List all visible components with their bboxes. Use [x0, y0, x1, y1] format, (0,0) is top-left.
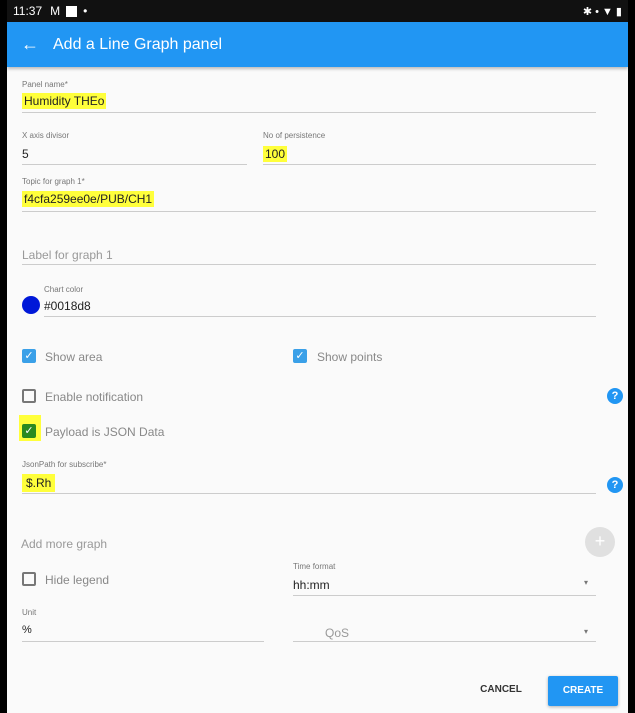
color-swatch[interactable]: [22, 296, 40, 314]
unit-underline: [22, 641, 264, 642]
status-dot: •: [83, 4, 88, 18]
create-button[interactable]: CREATE: [548, 676, 618, 706]
enable-notification-checkbox[interactable]: [22, 389, 36, 403]
enable-notification-label: Enable notification: [45, 390, 144, 404]
qos-chevron-down-icon[interactable]: ▾: [584, 627, 588, 636]
mail-icon: M: [50, 4, 61, 18]
panel-name-label: Panel name*: [22, 80, 68, 89]
chart-color-label: Chart color: [44, 285, 84, 294]
topic-underline: [22, 211, 596, 212]
jsonpath-input[interactable]: $.Rh: [22, 474, 56, 492]
jsonpath-help-icon[interactable]: ?: [607, 477, 623, 493]
notification-help-icon[interactable]: ?: [607, 388, 623, 404]
status-time: 11:37: [13, 4, 43, 18]
status-icons: ✱ • ▼ ▮: [582, 5, 622, 18]
unit-input[interactable]: %: [22, 624, 32, 636]
jsonpath-underline: [22, 493, 596, 494]
time-format-underline: [293, 595, 596, 596]
qos-underline: [293, 641, 596, 642]
payload-json-label: Payload is JSON Data: [45, 425, 165, 439]
show-points-checkbox[interactable]: ✓: [293, 349, 307, 363]
payload-json-checkbox[interactable]: ✓: [22, 424, 36, 438]
chart-color-underline: [44, 316, 596, 317]
persistence-input[interactable]: 100: [263, 146, 288, 162]
unit-label: Unit: [22, 608, 37, 617]
time-format-chevron-down-icon[interactable]: ▾: [584, 578, 588, 587]
time-format-select[interactable]: hh:mm: [293, 578, 330, 592]
persistence-label: No of persistence: [263, 131, 326, 140]
app-bar: ← Add a Line Graph panel: [7, 22, 628, 67]
add-graph-button[interactable]: +: [585, 527, 615, 557]
screen: 11:37 M • ✱ • ▼ ▮ ← Add a Line Graph pan…: [7, 0, 628, 713]
show-area-checkbox[interactable]: ✓: [22, 349, 36, 363]
notification-square-icon: [66, 5, 78, 17]
back-arrow-icon[interactable]: ←: [21, 34, 47, 55]
qos-select[interactable]: QoS: [325, 626, 349, 640]
jsonpath-label: JsonPath for subscribe*: [22, 460, 107, 469]
show-points-label: Show points: [317, 350, 383, 364]
panel-name-input[interactable]: Humidity THEo: [22, 93, 107, 109]
page-title: Add a Line Graph panel: [53, 35, 223, 53]
hide-legend-checkbox[interactable]: [22, 572, 36, 586]
graph-label-underline: [22, 264, 596, 265]
topic-label: Topic for graph 1*: [22, 177, 85, 186]
time-format-label: Time format: [293, 562, 336, 571]
x-axis-underline: [22, 164, 247, 165]
add-more-graph-label: Add more graph: [21, 537, 108, 551]
chart-color-value[interactable]: #0018d8: [44, 299, 91, 313]
show-area-label: Show area: [45, 350, 103, 364]
topic-input[interactable]: f4cfa259ee0e/PUB/CH1: [22, 191, 155, 207]
x-axis-input[interactable]: 5: [22, 147, 29, 161]
hide-legend-label: Hide legend: [45, 573, 110, 587]
x-axis-label: X axis divisor: [22, 131, 70, 140]
panel-name-underline: [22, 112, 596, 113]
cancel-button[interactable]: CANCEL: [471, 676, 531, 704]
persistence-underline: [263, 164, 596, 165]
status-bar: 11:37 M • ✱ • ▼ ▮: [7, 0, 628, 22]
graph-label-input[interactable]: Label for graph 1: [22, 248, 113, 262]
